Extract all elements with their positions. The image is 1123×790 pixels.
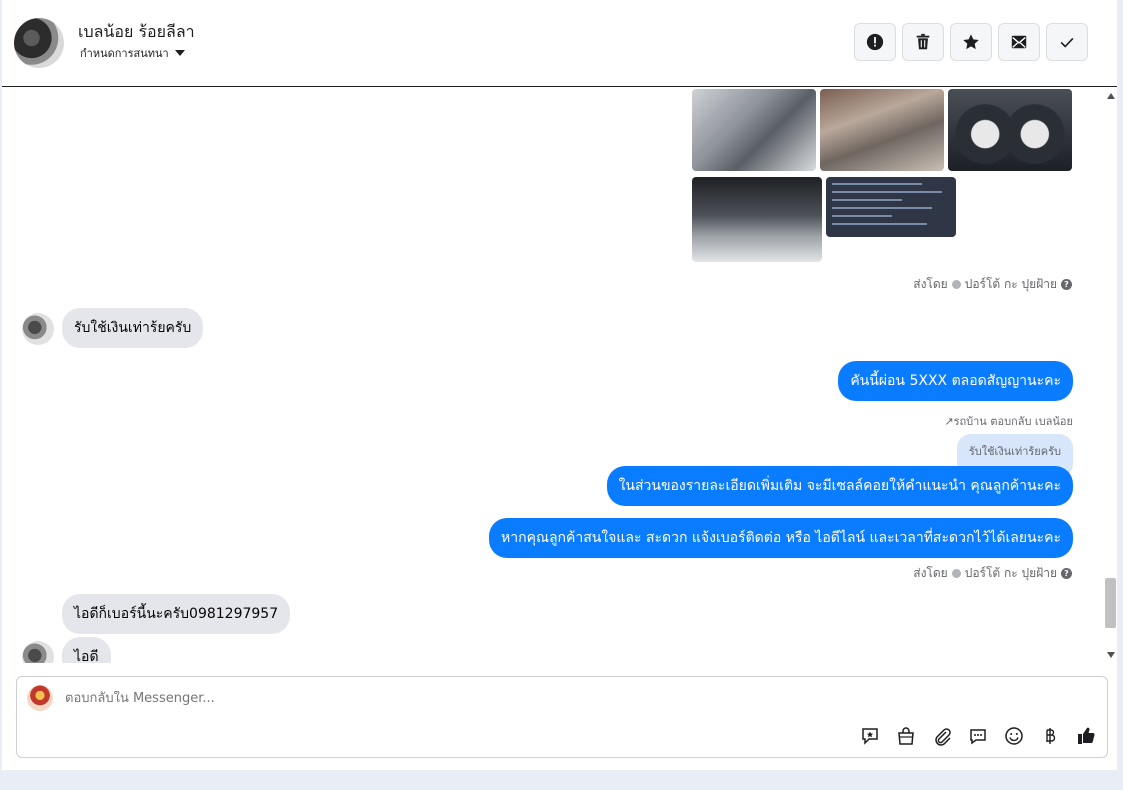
contact-avatar-small[interactable] — [22, 641, 54, 663]
mark-unread-icon — [1011, 35, 1027, 49]
contact-avatar-small[interactable] — [22, 313, 54, 345]
sender-name: ปอร์โต้ กะ ปุยฝ้าย — [964, 566, 1057, 580]
attach-button[interactable] — [931, 725, 953, 747]
car-spec-photo[interactable] — [826, 177, 956, 237]
incoming-message[interactable]: รับใช้เงินเท่าร้ยครับ — [62, 308, 204, 348]
reply-note-text: รถบ้าน ตอบกลับ เบลน้อย — [953, 415, 1073, 428]
alert-icon — [866, 33, 884, 51]
car-door-photo[interactable] — [820, 89, 944, 171]
header-toolbar — [854, 23, 1088, 61]
sent-by-info: ส่งโดย ปอร์โต้ กะ ปุยฝ้าย ? — [913, 564, 1072, 583]
page-icon — [951, 569, 961, 578]
star-button[interactable] — [950, 23, 992, 61]
outgoing-message[interactable]: ในส่วนของรายละเอียดเพิ่มเติม จะมีเซลล์คอ… — [606, 466, 1073, 506]
chat-bubble-button[interactable] — [967, 725, 989, 747]
scroll-down-arrow-icon[interactable] — [1107, 652, 1115, 658]
incoming-message[interactable]: ไอดีก็เบอร์นี้นะครับ0981297957 — [62, 594, 291, 634]
incoming-message[interactable]: ไอดี — [62, 637, 111, 663]
sent-by-label: ส่งโดย — [913, 566, 948, 580]
sender-name: ปอร์โต้ กะ ปุยฝ้าย — [964, 277, 1057, 291]
conversation-header: เบลน้อย ร้อยลีลา กำหนดการสนทนา — [2, 0, 1117, 87]
paperclip-icon — [935, 728, 951, 746]
help-icon[interactable]: ? — [1061, 568, 1072, 579]
thumbs-up-icon — [1078, 727, 1095, 744]
chat-bubble-icon — [970, 729, 986, 745]
mark-done-button[interactable] — [1046, 23, 1088, 61]
contact-avatar[interactable] — [14, 18, 64, 68]
car-interior-photo[interactable] — [692, 89, 816, 171]
mark-unread-button[interactable] — [998, 23, 1040, 61]
scrollbar-thumb[interactable] — [1105, 578, 1116, 628]
smiley-icon — [1005, 727, 1023, 745]
composer-toolbar — [859, 725, 1097, 747]
thread-scrollbar[interactable] — [1104, 88, 1117, 663]
contact-name[interactable]: เบลน้อย ร้อยลีลา — [78, 20, 195, 45]
reply-note: ↗รถบ้าน ตอบกลับ เบลน้อย — [944, 412, 1073, 430]
assign-label: กำหนดการสนทนา — [80, 47, 169, 60]
mark-spam-button[interactable] — [854, 23, 896, 61]
help-icon[interactable]: ? — [1061, 279, 1072, 290]
outgoing-message[interactable]: หากคุณลูกค้าสนใจและ สะดวก แจ้งเบอร์ติดต่… — [489, 518, 1073, 558]
message-composer — [16, 676, 1108, 758]
caret-down-icon — [174, 50, 185, 56]
message-thread[interactable]: ส่งโดย ปอร์โต้ กะ ปุยฝ้าย ? รับใช้เงินเท… — [2, 88, 1102, 663]
like-button[interactable] — [1075, 725, 1097, 747]
baht-icon — [1046, 728, 1056, 744]
emoji-button[interactable] — [1003, 725, 1025, 747]
page-icon — [951, 280, 961, 289]
outgoing-message[interactable]: คันนี้ผ่อน 5XXX ตลอดสัญญานะคะ — [838, 361, 1073, 401]
sent-by-label: ส่งโดย — [913, 277, 948, 291]
sent-by-info: ส่งโดย ปอร์โต้ กะ ปุยฝ้าย ? — [913, 275, 1072, 294]
shop-button[interactable] — [895, 725, 917, 747]
scroll-up-arrow-icon[interactable] — [1107, 93, 1115, 99]
delete-button[interactable] — [902, 23, 944, 61]
reply-input[interactable] — [65, 691, 965, 706]
payment-button[interactable] — [1039, 725, 1061, 747]
trash-icon — [916, 33, 930, 50]
check-icon — [1060, 37, 1074, 48]
star-icon — [963, 34, 979, 50]
shopping-bag-icon — [898, 727, 914, 745]
conversation-panel: เบลน้อย ร้อยลีลา กำหนดการสนทนา ส่งโดย ปอ… — [2, 0, 1117, 770]
reply-icon: ↗ — [944, 415, 954, 428]
assign-conversation-dropdown[interactable]: กำหนดการสนทนา — [80, 44, 185, 62]
saved-reply-button[interactable] — [859, 725, 881, 747]
car-engine-photo[interactable] — [692, 177, 822, 262]
saved-reply-icon — [862, 728, 878, 745]
car-dashboard-photo[interactable] — [948, 89, 1072, 171]
page-avatar — [27, 685, 53, 711]
